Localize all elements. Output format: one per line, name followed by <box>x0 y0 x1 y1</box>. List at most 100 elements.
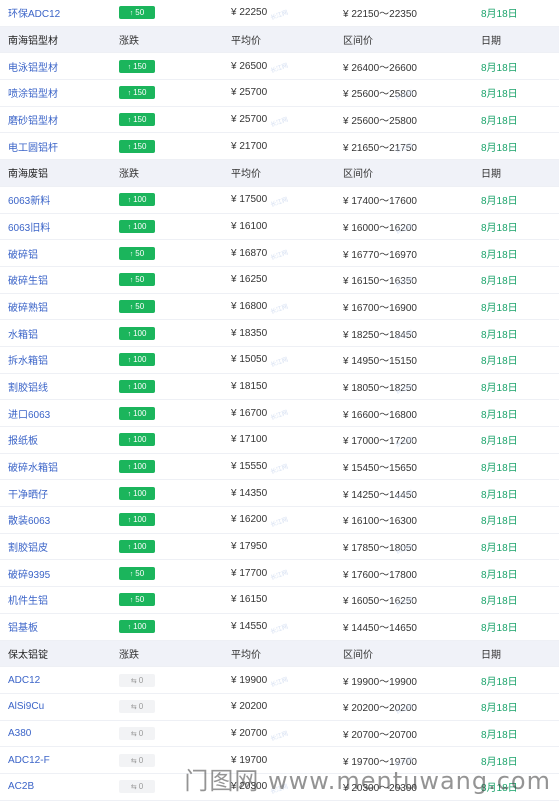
change-cell: ↑ 100 <box>119 214 155 240</box>
average-price: ¥ 17700 <box>231 567 268 579</box>
section-title: 南海铝型材 <box>8 36 58 48</box>
average-price: ¥ 26500 <box>231 60 268 72</box>
change-badge: ↑ 150 <box>119 113 155 127</box>
product-link[interactable]: 喷涂铝型材 <box>8 80 58 106</box>
product-link[interactable]: 破碎水箱铝 <box>8 454 58 480</box>
change-value: 100 <box>133 381 147 391</box>
product-link[interactable]: 破碎铝 <box>8 240 38 266</box>
product-link[interactable]: 水箱铝 <box>8 320 38 346</box>
change-value: 0 <box>138 675 144 685</box>
average-price: ¥ 20200 <box>231 701 268 713</box>
change-cell: ↑ 100 <box>119 480 155 506</box>
change-cell: ⇆ 0 <box>119 667 155 693</box>
change-cell: ⇆ 0 <box>119 721 155 747</box>
change-badge: ↑ 50 <box>119 6 155 20</box>
column-header-average: 平均价 <box>231 169 261 181</box>
product-link[interactable]: AlSi9Cu <box>8 694 44 720</box>
product-link[interactable]: 报纸板 <box>8 427 38 453</box>
change-value: 0 <box>138 702 144 712</box>
price-range: ¥ 16600～16800 <box>343 409 417 421</box>
product-link[interactable]: 割胶铝线 <box>8 374 48 400</box>
product-link[interactable]: 磨砂铝型材 <box>8 107 58 133</box>
change-cell: ↑ 150 <box>119 133 155 159</box>
change-value: 100 <box>133 355 147 365</box>
change-value: 0 <box>138 782 144 792</box>
price-range: ¥ 26400～26600 <box>343 62 417 74</box>
average-price: ¥ 22250 <box>231 7 268 19</box>
table-row: 破碎生铝 ↑ 50 ¥ 16250 ¥ 16150～16350 8月18日 长江网 <box>0 267 559 294</box>
change-badge: ↑ 100 <box>119 219 155 233</box>
price-range: ¥ 16150～16350 <box>343 276 417 288</box>
flat-icon: ⇆ <box>130 677 137 685</box>
date: 8月18日 <box>481 142 518 154</box>
average-price: ¥ 16100 <box>231 220 268 232</box>
column-header-change: 涨跌 <box>119 649 139 661</box>
change-cell: ↑ 100 <box>119 400 155 426</box>
table-row: 环保ADC12 ↑ 50 ¥ 22250 ¥ 22150～22350 8月18日 长江网 <box>0 0 559 27</box>
table-row: 割胶铝皮 ↑ 100 ¥ 17950 ¥ 17850～18050 8月18日 长江网 <box>0 534 559 561</box>
product-link[interactable]: 干净晒仔 <box>8 480 48 506</box>
product-link[interactable]: 环保ADC12 <box>8 0 60 26</box>
average-price: ¥ 15550 <box>231 461 268 473</box>
average-price: ¥ 16800 <box>231 300 268 312</box>
table-row: 破碎9395 ↑ 50 ¥ 17700 ¥ 17600～17800 8月18日 长江网 <box>0 560 559 588</box>
price-table: 环保ADC12 ↑ 50 ¥ 22250 ¥ 22150～22350 8月18日 长江网 南海… <box>0 0 559 801</box>
product-link[interactable]: 6063旧料 <box>8 214 50 240</box>
product-link[interactable]: 割胶铝皮 <box>8 534 48 560</box>
date: 8月18日 <box>481 676 518 688</box>
product-link[interactable]: 机件生铝 <box>8 587 48 613</box>
flat-icon: ⇆ <box>130 704 137 712</box>
product-link[interactable]: 散装6063 <box>8 507 50 533</box>
date: 8月18日 <box>481 249 518 261</box>
table-row: 机件生铝 ↑ 50 ¥ 16150 ¥ 16050～16250 8月18日 长江网 <box>0 587 559 614</box>
product-link[interactable]: 拆水箱铝 <box>8 347 48 373</box>
table-row: 散装6063 ↑ 100 ¥ 16200 ¥ 16100～16300 8月18日 长江网 <box>0 507 559 534</box>
price-range: ¥ 16000～16200 <box>343 222 417 234</box>
date: 8月18日 <box>481 356 518 368</box>
row-watermark: 长江网 <box>270 677 290 689</box>
price-range: ¥ 25600～25800 <box>343 116 417 128</box>
change-value: 100 <box>133 622 147 632</box>
product-link[interactable]: 进口6063 <box>8 400 50 426</box>
price-range: ¥ 14450～14650 <box>343 623 417 635</box>
price-range: ¥ 16770～16970 <box>343 249 417 261</box>
change-badge: ↑ 100 <box>119 353 155 367</box>
product-link[interactable]: 电工圆铝杆 <box>8 133 58 159</box>
product-link[interactable]: 破碎9395 <box>8 560 50 586</box>
date: 8月18日 <box>481 409 518 421</box>
price-range: ¥ 17400～17600 <box>343 196 417 208</box>
average-price: ¥ 19900 <box>231 674 268 686</box>
product-link[interactable]: 铝基板 <box>8 614 38 640</box>
table-row: 水箱铝 ↑ 100 ¥ 18350 ¥ 18250～18450 8月18日 长江网 <box>0 320 559 347</box>
section-title: 保太铝锭 <box>8 649 48 661</box>
product-link[interactable]: A380 <box>8 721 31 747</box>
change-badge: ↑ 100 <box>119 326 155 340</box>
flat-icon: ⇆ <box>130 784 137 792</box>
change-badge: ↑ 100 <box>119 513 155 527</box>
up-arrow-icon: ↑ <box>127 464 132 472</box>
product-link[interactable]: 破碎生铝 <box>8 267 48 293</box>
date: 8月18日 <box>481 9 518 21</box>
flat-icon: ⇆ <box>130 757 137 765</box>
average-price: ¥ 16150 <box>231 594 268 606</box>
average-price: ¥ 14350 <box>231 487 268 499</box>
table-row: 破碎熟铝 ↑ 50 ¥ 16800 ¥ 16700～16900 8月18日 长江网 <box>0 294 559 321</box>
product-link[interactable]: 6063新料 <box>8 187 50 213</box>
row-watermark: 长江网 <box>270 10 290 22</box>
change-value: 100 <box>133 195 147 205</box>
column-header-range: 区间价 <box>343 169 373 181</box>
product-link[interactable]: ADC12-F <box>8 747 50 773</box>
product-link[interactable]: ADC12 <box>8 667 40 693</box>
date: 8月18日 <box>481 703 518 715</box>
product-link[interactable]: 破碎熟铝 <box>8 294 48 320</box>
table-row: A380 ⇆ 0 ¥ 20700 ¥ 20700～20700 8月18日 长江网 <box>0 721 559 748</box>
product-link[interactable]: AC2B <box>8 774 34 800</box>
date: 8月18日 <box>481 116 518 128</box>
change-badge: ⇆ 0 <box>119 726 155 740</box>
up-arrow-icon: ↑ <box>127 383 132 391</box>
up-arrow-icon: ↑ <box>127 410 132 418</box>
row-watermark: 长江网 <box>270 196 290 209</box>
flat-icon: ⇆ <box>130 730 137 738</box>
change-badge: ↑ 150 <box>119 86 155 100</box>
product-link[interactable]: 电泳铝型材 <box>8 53 58 79</box>
